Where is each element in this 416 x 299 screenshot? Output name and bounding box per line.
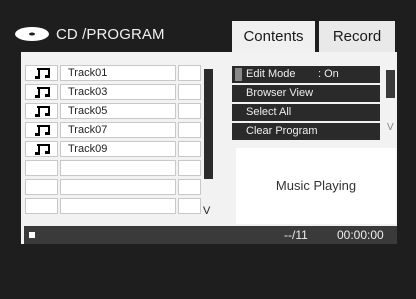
menu-item-edit-mode[interactable]: Edit Mode : On xyxy=(232,66,380,83)
track-row[interactable]: Track07 xyxy=(25,120,203,139)
menu-item-browser-view[interactable]: Browser View xyxy=(232,85,380,102)
status-display: Music Playing xyxy=(236,148,396,224)
track-row-empty[interactable] xyxy=(25,177,203,196)
track-row[interactable]: Track01 xyxy=(25,63,203,82)
music-note-icon xyxy=(35,125,50,136)
options-menu: Edit Mode : On Browser View Select All C… xyxy=(232,66,380,142)
page-title: CD /PROGRAM xyxy=(56,26,165,43)
track-row-empty[interactable] xyxy=(25,196,203,215)
menu-item-label: Browser View xyxy=(246,87,314,99)
menu-item-label: Clear Program xyxy=(246,125,318,137)
music-note-icon xyxy=(35,144,50,155)
track-name: Track07 xyxy=(68,124,108,136)
disc-icon xyxy=(15,27,49,41)
track-row[interactable]: Track03 xyxy=(25,82,203,101)
music-note-icon xyxy=(35,106,50,117)
elapsed-time: 00:00:00 xyxy=(337,228,384,242)
track-list: Track01 Track03 Track05 Track07 Track09 xyxy=(25,63,203,215)
tab-contents[interactable]: Contents xyxy=(232,21,315,52)
track-row[interactable]: Track09 xyxy=(25,139,203,158)
menu-item-label: Edit Mode xyxy=(246,68,296,80)
track-name: Track01 xyxy=(68,67,108,79)
menu-item-label: Select All xyxy=(246,106,292,118)
track-name: Track03 xyxy=(68,86,108,98)
menu-scroll-thumb[interactable] xyxy=(386,70,395,98)
tab-record[interactable]: Record xyxy=(319,21,395,52)
playback-status: Music Playing xyxy=(275,178,357,193)
menu-item-value: : On xyxy=(318,68,339,80)
stop-icon xyxy=(29,232,35,238)
menu-scroll-down-indicator: V xyxy=(387,122,394,133)
track-name: Track05 xyxy=(68,105,108,117)
music-note-icon xyxy=(35,87,50,98)
music-note-icon xyxy=(35,68,50,79)
track-list-scrollbar[interactable] xyxy=(204,69,213,179)
playback-bar: --/11 00:00:00 xyxy=(24,226,397,244)
menu-item-clear-program[interactable]: Clear Program xyxy=(232,123,380,140)
scroll-down-indicator[interactable]: V xyxy=(203,205,210,217)
header-bar: CD /PROGRAM Contents Record xyxy=(0,0,416,52)
track-row-empty[interactable] xyxy=(25,158,203,177)
track-row[interactable]: Track05 xyxy=(25,101,203,120)
track-counter: --/11 xyxy=(284,228,308,242)
menu-item-select-all[interactable]: Select All xyxy=(232,104,380,121)
menu-scrollbar[interactable]: V xyxy=(385,66,397,140)
track-name: Track09 xyxy=(68,143,108,155)
